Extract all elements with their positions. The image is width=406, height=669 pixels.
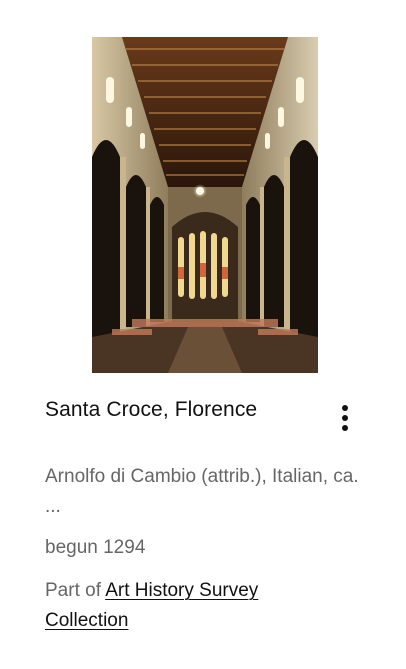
artwork-title[interactable]: Santa Croce, Florence (45, 398, 325, 422)
artwork-creator: Arnolfo di Cambio (attrib.), Italian, ca… (45, 466, 359, 517)
artwork-thumbnail[interactable] (92, 37, 318, 373)
artwork-card: Santa Croce, Florence Arnolfo di Cambio … (0, 0, 406, 669)
more-options-icon (342, 405, 348, 431)
artwork-date: begun 1294 (45, 537, 146, 558)
more-vertical-icon[interactable] (332, 402, 358, 434)
collection-line: Part of Art History Survey Collection (45, 576, 345, 636)
part-of-label: Part of (45, 580, 106, 601)
